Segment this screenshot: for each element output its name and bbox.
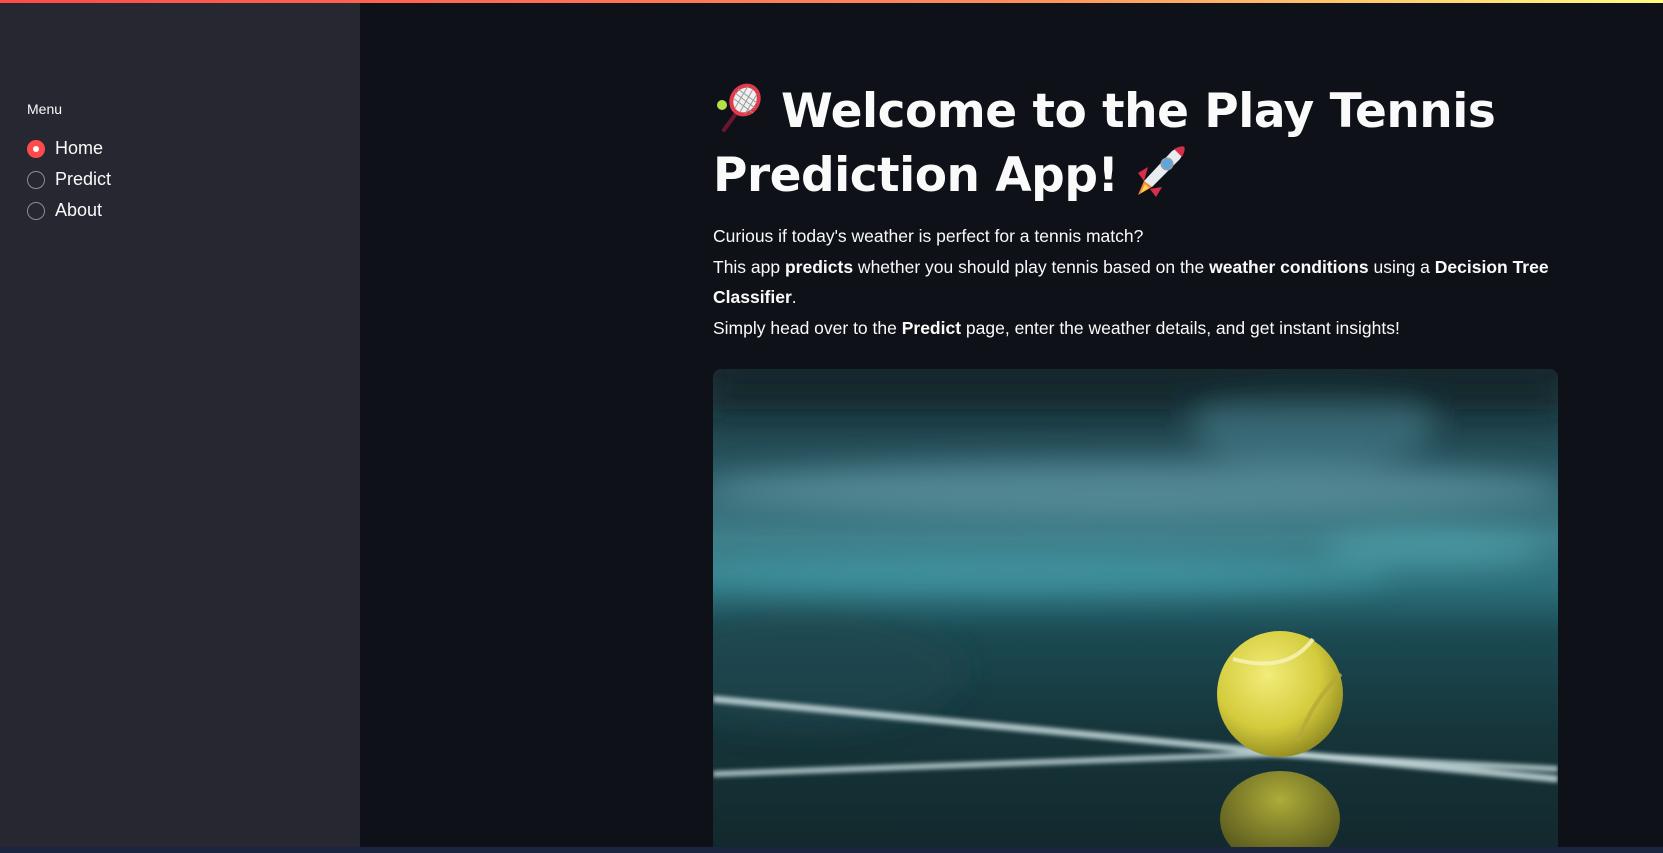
rocket-icon xyxy=(1130,143,1188,199)
menu-option-home[interactable]: Home xyxy=(27,133,111,164)
tennis-ball-on-court-image xyxy=(713,369,1558,853)
intro-line-2: This app predicts whether you should pla… xyxy=(713,252,1558,313)
sidebar: Menu Home Predict About xyxy=(0,0,360,853)
menu-option-predict[interactable]: Predict xyxy=(27,164,111,195)
radio-selected-icon[interactable] xyxy=(27,139,45,158)
text-segment: . xyxy=(791,287,797,307)
text-segment: Simply head over to the xyxy=(713,317,902,338)
bold-predicts: predicts xyxy=(784,256,854,277)
title-line-1: Welcome to the Play Tennis xyxy=(781,84,1496,139)
bold-predict: Predict xyxy=(901,317,962,338)
intro-line-3: Simply head over to the Predict page, en… xyxy=(713,313,1558,344)
menu-radio-group: Home Predict About xyxy=(27,133,111,226)
text-segment: This app xyxy=(713,256,785,277)
radio-unselected-icon[interactable] xyxy=(27,170,45,189)
text-segment: using a xyxy=(1368,256,1435,277)
menu-option-label: Home xyxy=(55,138,104,158)
radio-unselected-icon[interactable] xyxy=(27,201,45,220)
text-segment: whether you should play tennis based on … xyxy=(853,256,1210,277)
main-content: Welcome to the Play Tennis Prediction Ap… xyxy=(713,80,1558,343)
top-decoration-bar xyxy=(0,0,1663,3)
menu-option-about[interactable]: About xyxy=(27,195,111,226)
bold-weather-conditions: weather conditions xyxy=(1209,256,1369,277)
tennis-racket-icon xyxy=(713,83,763,133)
menu-option-label: About xyxy=(55,200,103,220)
bottom-edge-strip xyxy=(0,847,1663,853)
page-title: Welcome to the Play Tennis Prediction Ap… xyxy=(713,80,1558,207)
intro-text: Curious if today's weather is perfect fo… xyxy=(713,221,1558,343)
text-segment: page, enter the weather details, and get… xyxy=(961,317,1400,338)
menu-option-label: Predict xyxy=(55,169,112,189)
intro-line-1: Curious if today's weather is perfect fo… xyxy=(713,226,1144,246)
title-line-2: Prediction App! xyxy=(713,148,1119,203)
menu-label: Menu xyxy=(27,101,63,117)
